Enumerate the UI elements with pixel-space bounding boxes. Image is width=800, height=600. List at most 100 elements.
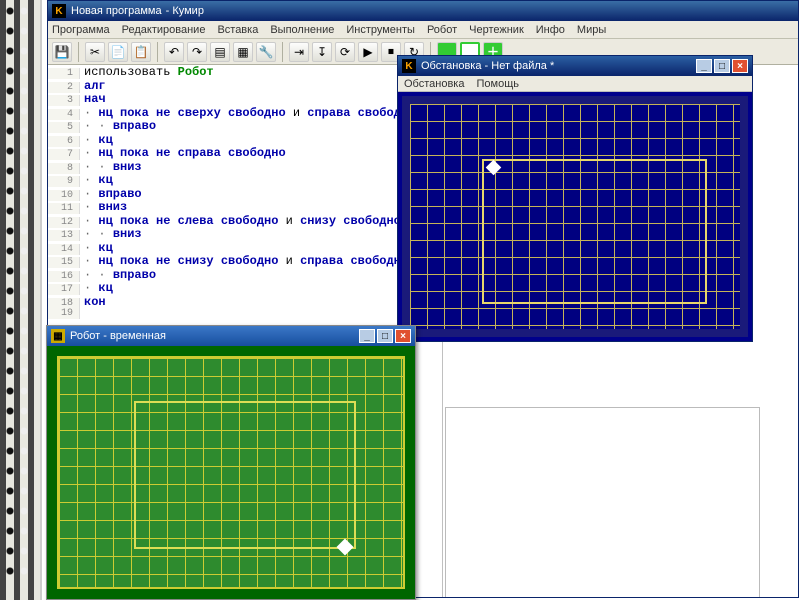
- robot-title: Робот - временная: [70, 330, 359, 342]
- line-number: 5: [48, 122, 80, 133]
- line-number: 3: [48, 95, 80, 106]
- robot-field[interactable]: [47, 346, 415, 599]
- code-line[interactable]: 16· · вправо: [48, 268, 442, 282]
- code-line[interactable]: 18кон: [48, 295, 442, 309]
- line-number: 14: [48, 244, 80, 255]
- line-number: 13: [48, 230, 80, 241]
- close-button[interactable]: ×: [732, 59, 748, 73]
- run-icon[interactable]: ▶: [358, 42, 378, 62]
- code-text: · · вправо: [80, 268, 156, 282]
- code-text: использовать Робот: [80, 65, 214, 79]
- main-title: Новая программа - Кумир: [71, 5, 794, 17]
- maximize-button[interactable]: □: [377, 329, 393, 343]
- line-number: 2: [48, 82, 80, 93]
- code-line[interactable]: 13· · вниз: [48, 227, 442, 241]
- code-line[interactable]: 1использовать Робот: [48, 65, 442, 79]
- copy-icon[interactable]: 📄: [108, 42, 128, 62]
- app-icon: K: [52, 4, 66, 18]
- menu-run[interactable]: Выполнение: [270, 24, 334, 36]
- close-button[interactable]: ×: [395, 329, 411, 343]
- robot-window: ▦ Робот - временная _ □ ×: [46, 325, 416, 600]
- menu-insert[interactable]: Вставка: [217, 24, 258, 36]
- robot-titlebar[interactable]: ▦ Робот - временная _ □ ×: [47, 326, 415, 346]
- step-into-icon[interactable]: ⇥: [289, 42, 309, 62]
- menu-edit[interactable]: Редактирование: [122, 24, 206, 36]
- line-number: 9: [48, 176, 80, 187]
- code-text: · · вниз: [80, 227, 142, 241]
- menu-obstanovka[interactable]: Обстановка: [404, 78, 464, 90]
- output-panel: [445, 407, 760, 598]
- menu-worlds[interactable]: Миры: [577, 24, 606, 36]
- minimize-button[interactable]: _: [359, 329, 375, 343]
- code-line[interactable]: 2алг: [48, 79, 442, 93]
- line-number: 6: [48, 136, 80, 147]
- line-number: 8: [48, 163, 80, 174]
- code-line[interactable]: 9· кц: [48, 173, 442, 187]
- line-number: 17: [48, 284, 80, 295]
- obst-titlebar[interactable]: K Обстановка - Нет файла * _ □ ×: [398, 56, 752, 76]
- main-titlebar[interactable]: K Новая программа - Кумир: [48, 1, 798, 21]
- redo-icon[interactable]: ↷: [187, 42, 207, 62]
- code-line[interactable]: 17· кц: [48, 281, 442, 295]
- menu-program[interactable]: Программа: [52, 24, 110, 36]
- code-line[interactable]: 14· кц: [48, 241, 442, 255]
- line-number: 11: [48, 203, 80, 214]
- code-line[interactable]: 4· нц пока не сверху свободно и справа с…: [48, 106, 442, 120]
- code-line[interactable]: 10· вправо: [48, 187, 442, 201]
- line-number: 15: [48, 257, 80, 268]
- menu-robot[interactable]: Робот: [427, 24, 457, 36]
- code-line[interactable]: 15· нц пока не снизу свободно и справа с…: [48, 254, 442, 268]
- line-number: 4: [48, 109, 80, 120]
- code-line[interactable]: 12· нц пока не слева свободно и снизу св…: [48, 214, 442, 228]
- line-number: 7: [48, 149, 80, 160]
- minimize-button[interactable]: _: [696, 59, 712, 73]
- menu-drafter[interactable]: Чертежник: [469, 24, 524, 36]
- props-icon[interactable]: ▦: [233, 42, 253, 62]
- obst-wall-rect: [482, 159, 707, 304]
- code-line[interactable]: 8· · вниз: [48, 160, 442, 174]
- menu-help[interactable]: Помощь: [476, 78, 519, 90]
- paste-icon[interactable]: 📋: [131, 42, 151, 62]
- code-text: алг: [80, 79, 106, 93]
- menu-tools[interactable]: Инструменты: [346, 24, 415, 36]
- code-text: · нц пока не справа свободно: [80, 146, 286, 160]
- undo-icon[interactable]: ↶: [164, 42, 184, 62]
- list-icon[interactable]: ▤: [210, 42, 230, 62]
- obstanovka-window: K Обстановка - Нет файла * _ □ × Обстано…: [397, 55, 753, 342]
- code-text: нач: [80, 92, 106, 106]
- tool-icon[interactable]: 🔧: [256, 42, 276, 62]
- code-text: · кц: [80, 241, 113, 255]
- robot-wall-rect: [134, 401, 356, 549]
- code-text: · кц: [80, 281, 113, 295]
- save-icon[interactable]: 💾: [52, 42, 72, 62]
- code-text: · вправо: [80, 187, 142, 201]
- code-text: · нц пока не слева свободно и снизу своб…: [80, 214, 401, 228]
- line-number: 16: [48, 271, 80, 282]
- code-line[interactable]: 6· кц: [48, 133, 442, 147]
- code-text: · · вправо: [80, 119, 156, 133]
- code-text: · нц пока не сверху свободно и справа св…: [80, 106, 415, 120]
- main-menubar: Программа Редактирование Вставка Выполне…: [48, 21, 798, 39]
- cut-icon[interactable]: ✂: [85, 42, 105, 62]
- line-number: 12: [48, 217, 80, 228]
- line-number: 19: [48, 308, 80, 319]
- code-text: · кц: [80, 173, 113, 187]
- code-line[interactable]: 5· · вправо: [48, 119, 442, 133]
- code-line[interactable]: 3нач: [48, 92, 442, 106]
- code-text: · кц: [80, 133, 113, 147]
- menu-info[interactable]: Инфо: [536, 24, 565, 36]
- code-text: · вниз: [80, 200, 127, 214]
- step-out-icon[interactable]: ⟳: [335, 42, 355, 62]
- code-line[interactable]: 11· вниз: [48, 200, 442, 214]
- code-line[interactable]: 19: [48, 308, 442, 322]
- robot-app-icon: ▦: [51, 329, 65, 343]
- line-number: 1: [48, 68, 80, 79]
- step-over-icon[interactable]: ↧: [312, 42, 332, 62]
- code-line[interactable]: 7· нц пока не справа свободно: [48, 146, 442, 160]
- line-number: 10: [48, 190, 80, 201]
- code-text: · · вниз: [80, 160, 142, 174]
- code-text: · нц пока не снизу свободно и справа сво…: [80, 254, 408, 268]
- maximize-button[interactable]: □: [714, 59, 730, 73]
- obst-field[interactable]: [398, 92, 752, 341]
- obst-title: Обстановка - Нет файла *: [421, 60, 696, 72]
